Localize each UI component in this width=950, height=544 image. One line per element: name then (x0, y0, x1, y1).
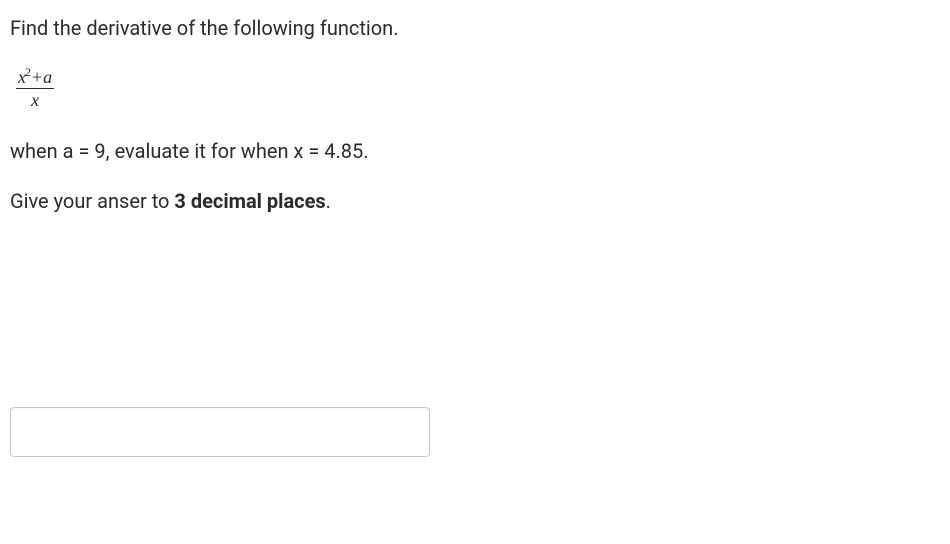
condition-text: when a = 9, evaluate it for when x = 4.8… (10, 137, 940, 165)
formula-expression: x2+a x (16, 66, 940, 109)
plus-sign: + (31, 67, 43, 87)
instruction-prefix: Give your anser to (10, 189, 174, 213)
instruction-text: Give your anser to 3 decimal places. (10, 187, 940, 215)
denominator: x (16, 89, 54, 109)
answer-input[interactable] (10, 407, 430, 457)
instruction-bold: 3 decimal places (174, 189, 325, 213)
fraction: x2+a x (16, 66, 54, 109)
question-prompt: Find the derivative of the following fun… (10, 14, 940, 42)
var-a: a (43, 67, 52, 87)
instruction-suffix: . (326, 189, 331, 213)
numerator: x2+a (16, 66, 54, 89)
